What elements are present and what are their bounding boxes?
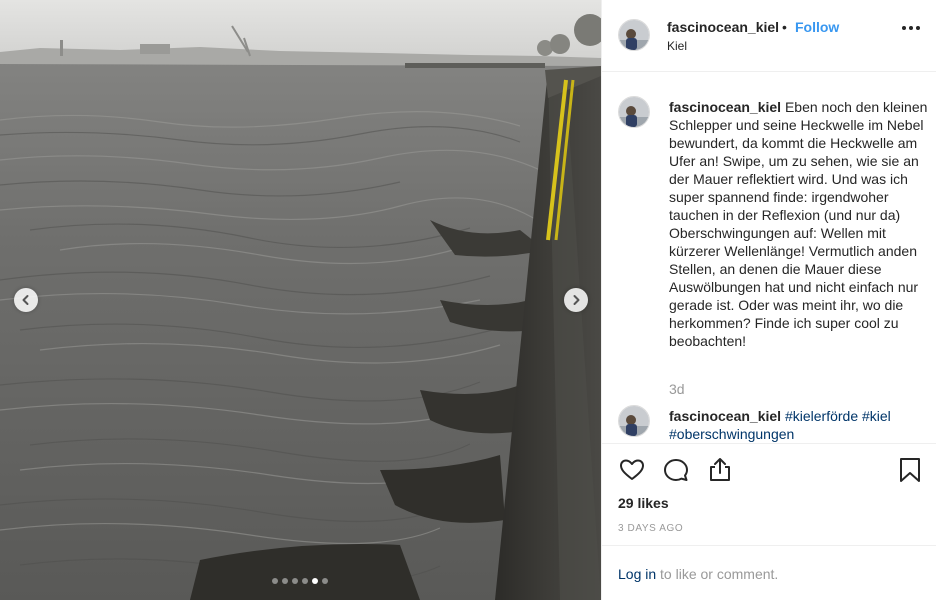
login-prompt-text: Log in to like or comment. <box>618 566 778 582</box>
caption-timestamp[interactable]: 3d <box>669 381 685 397</box>
avatar-image <box>619 97 649 127</box>
carousel-dot <box>272 578 278 584</box>
login-prompt: Log in to like or comment. <box>602 545 936 600</box>
bookmark-icon[interactable] <box>896 456 924 484</box>
carousel-dot <box>292 578 298 584</box>
login-prompt-rest: to like or comment. <box>656 566 779 582</box>
more-icon <box>902 26 906 30</box>
post-date[interactable]: 3 DAYS AGO <box>618 523 683 534</box>
comment-text-block: fascinocean_kiel #kielerförde #kiel #obe… <box>669 407 931 443</box>
heart-icon[interactable] <box>618 456 646 484</box>
post-actions-section: 29 likes 3 DAYS AGO Log in to like or co… <box>602 443 936 600</box>
post-photo[interactable] <box>0 0 601 600</box>
carousel-indicator <box>272 578 328 584</box>
caption-username[interactable]: fascinocean_kiel <box>669 99 781 115</box>
caption-text-block: fascinocean_kiel Eben noch den kleinen S… <box>669 98 931 350</box>
chevron-left-icon <box>22 295 29 305</box>
share-icon[interactable] <box>706 456 734 484</box>
avatar[interactable] <box>618 19 650 51</box>
more-options-button[interactable] <box>902 26 920 30</box>
carousel-dot <box>282 578 288 584</box>
avatar[interactable] <box>618 405 650 437</box>
hashtag-link[interactable]: #kielerförde <box>785 408 858 424</box>
likes-count[interactable]: 29 likes <box>618 495 669 511</box>
carousel-prev-button[interactable] <box>14 288 38 312</box>
hashtag-link[interactable]: #kiel <box>862 408 891 424</box>
avatar[interactable] <box>618 96 650 128</box>
login-link[interactable]: Log in <box>618 566 656 582</box>
comment-icon[interactable] <box>662 456 690 484</box>
carousel-dot-active <box>312 578 318 584</box>
chevron-right-icon <box>573 295 580 305</box>
avatar-image <box>619 20 649 50</box>
hashtag-link[interactable]: #oberschwingungen <box>669 426 794 442</box>
post-header: fascinocean_kiel • Follow Kiel <box>602 0 936 72</box>
action-icons-row <box>618 456 922 486</box>
comments-section: fascinocean_kiel Eben noch den kleinen S… <box>602 72 936 443</box>
avatar-image <box>619 406 649 436</box>
post-author-username[interactable]: fascinocean_kiel <box>667 19 779 35</box>
carousel-dot <box>302 578 308 584</box>
post-location[interactable]: Kiel <box>667 39 687 53</box>
carousel-dot <box>322 578 328 584</box>
follow-button[interactable]: Follow <box>795 19 839 35</box>
post-side-panel: fascinocean_kiel • Follow Kiel fascinoce… <box>601 0 936 600</box>
comment-username[interactable]: fascinocean_kiel <box>669 408 781 424</box>
harbor-photo-image <box>0 0 601 600</box>
carousel-next-button[interactable] <box>564 288 588 312</box>
caption-text: Eben noch den kleinen Schlepper und sein… <box>669 99 928 349</box>
header-separator: • <box>782 19 787 35</box>
